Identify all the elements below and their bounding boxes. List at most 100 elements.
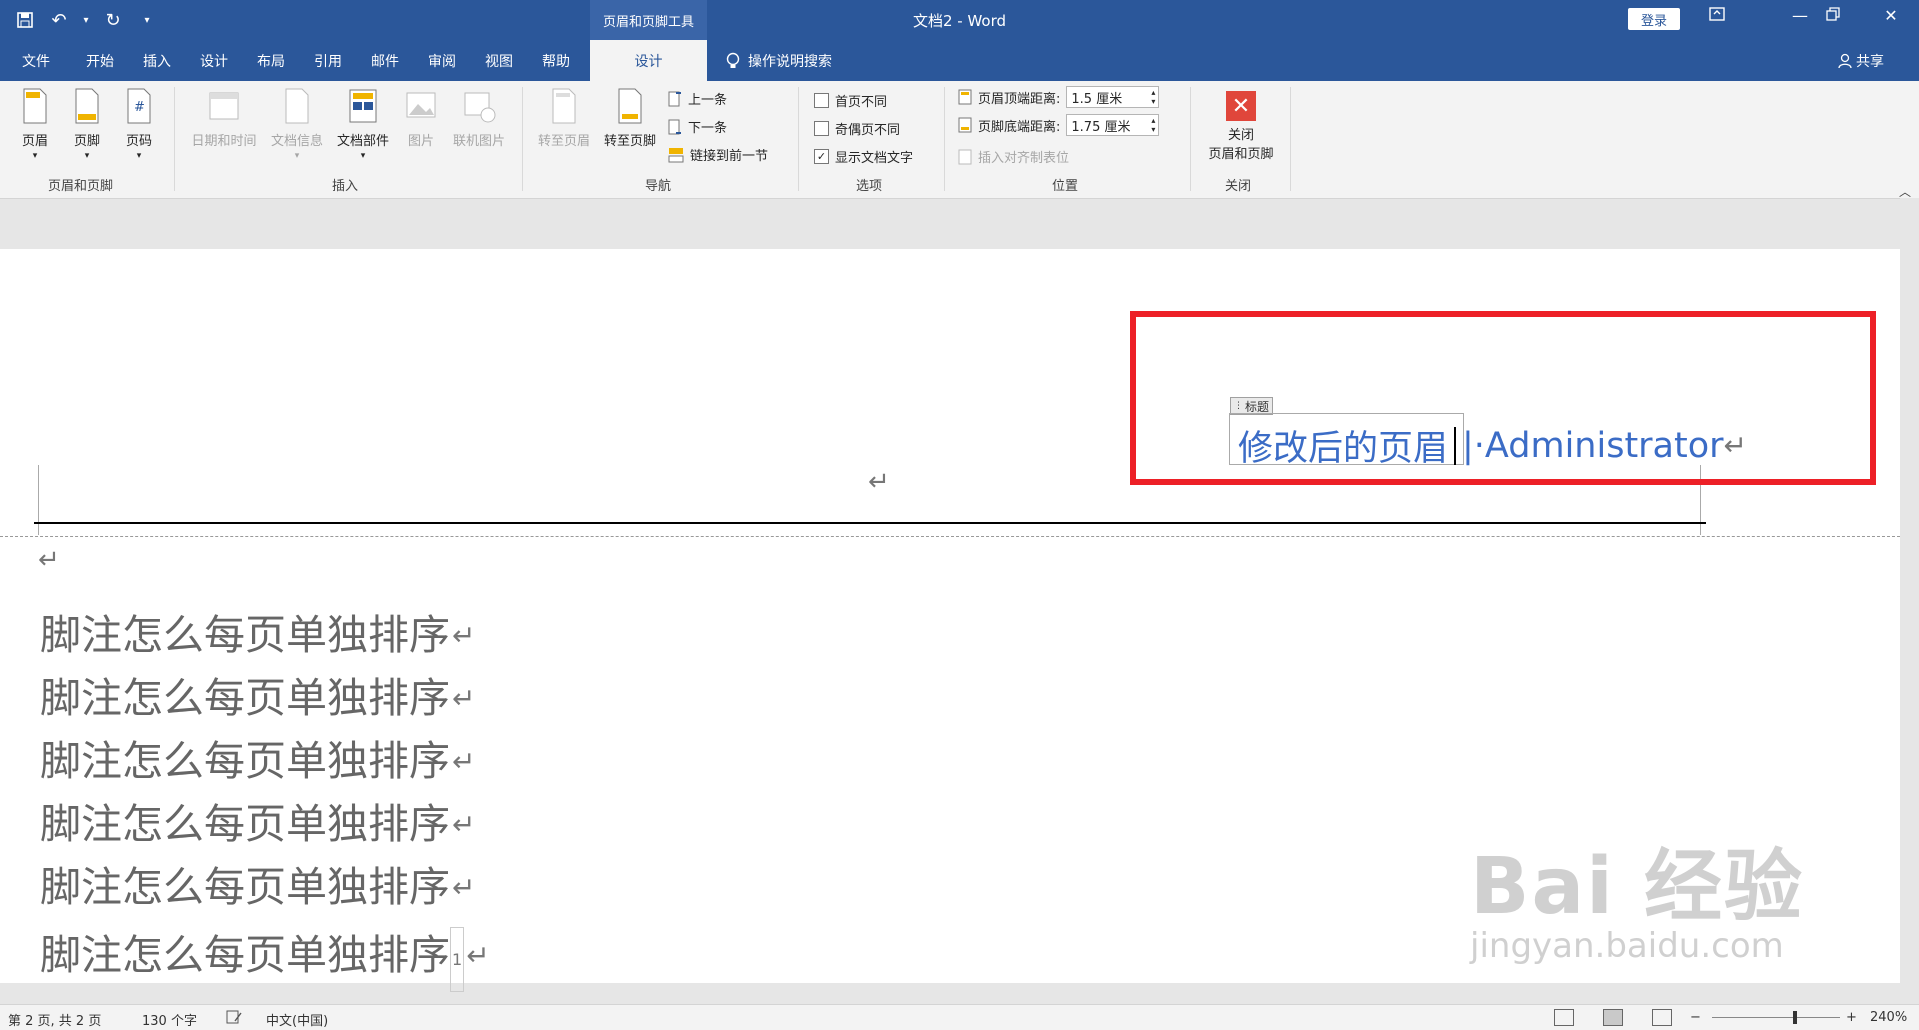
read-mode-icon[interactable] xyxy=(1554,1009,1574,1026)
goto-footer-button[interactable]: 转至页脚 xyxy=(598,87,662,149)
footer-bottom-label: 页脚底端距离: xyxy=(978,119,1061,135)
previous-icon xyxy=(668,91,681,106)
group-separator xyxy=(1290,87,1291,191)
body-line-text: 脚注怎么每页单独排序 xyxy=(40,611,450,659)
tab-references[interactable]: 引用 xyxy=(314,51,342,71)
body-line[interactable]: 脚注怎么每页单独排序 ↵ xyxy=(40,730,490,793)
tab-review[interactable]: 审阅 xyxy=(428,51,456,71)
footer-position-icon xyxy=(958,117,972,133)
close-label-line1: 关闭 xyxy=(1227,128,1254,143)
ribbon-display-options-icon[interactable] xyxy=(1702,6,1732,25)
doc-info-button[interactable]: 文档信息 ▾ xyxy=(264,87,330,161)
zoom-slider-handle[interactable] xyxy=(1793,1011,1797,1024)
spinner-arrows-icon[interactable]: ▴ ▾ xyxy=(1151,88,1155,106)
picture-label: 图片 xyxy=(407,134,434,149)
footnote-reference[interactable]: 1 xyxy=(450,927,465,992)
language-status[interactable]: 中文(中国) xyxy=(266,1010,328,1029)
baidu-watermark: Bai 经验 jingyan.baidu.com xyxy=(1470,824,1804,966)
zoom-level[interactable]: 240% xyxy=(1870,1010,1907,1025)
tab-home[interactable]: 开始 xyxy=(86,51,114,71)
share-button[interactable]: 共享 xyxy=(1838,51,1884,71)
previous-button[interactable]: 上一条 xyxy=(668,89,727,108)
tab-view[interactable]: 视图 xyxy=(485,51,513,71)
footer-button[interactable]: 页脚 ▾ xyxy=(64,87,110,161)
web-layout-icon[interactable] xyxy=(1652,1009,1672,1026)
doc-info-icon xyxy=(285,88,309,124)
header-button[interactable]: 页眉 ▾ xyxy=(12,87,58,161)
group-separator xyxy=(174,87,175,191)
header-dropdown-icon: ▾ xyxy=(32,151,38,161)
header-top-label: 页眉顶端距离: xyxy=(978,91,1061,107)
word-count[interactable]: 130 个字 xyxy=(142,1010,197,1029)
tab-help[interactable]: 帮助 xyxy=(542,51,570,71)
tell-me-label: 操作说明搜索 xyxy=(748,54,832,70)
different-first-page-checkbox[interactable] xyxy=(814,93,829,108)
tab-file[interactable]: 文件 xyxy=(22,51,50,71)
body-line-text: 脚注怎么每页单独排序 xyxy=(40,737,450,785)
tab-mailings[interactable]: 邮件 xyxy=(371,51,399,71)
online-picture-label: 联机图片 xyxy=(452,134,505,149)
date-time-button[interactable]: 日期和时间 xyxy=(186,87,262,149)
zoom-in-icon[interactable]: + xyxy=(1846,1010,1857,1025)
different-odd-even-checkbox[interactable] xyxy=(814,121,829,136)
page-number-button[interactable]: # 页码 ▾ xyxy=(116,87,162,161)
picture-button[interactable]: 图片 xyxy=(398,87,444,149)
footer-page-icon xyxy=(75,88,99,124)
doc-parts-button[interactable]: 文档部件 ▾ xyxy=(330,87,396,161)
ribbon: 页眉 ▾ 页脚 ▾ # 页码 ▾ 页眉和页脚 日期和时间 文档信息 ▾ 文档部件… xyxy=(0,81,1919,199)
close-window-icon[interactable]: ✕ xyxy=(1876,6,1906,25)
show-document-text-checkbox[interactable]: ✓ xyxy=(814,149,829,164)
group-label-position: 位置 xyxy=(1052,179,1079,194)
link-to-previous-button[interactable]: 链接到前一节 xyxy=(668,145,768,164)
footer-bottom-spinner[interactable]: 1.75 厘米 ▴ ▾ xyxy=(1066,114,1160,136)
tab-layout[interactable]: 布局 xyxy=(257,51,285,71)
annotation-highlight-box xyxy=(1130,311,1876,485)
close-header-footer-button[interactable]: ✕ 关闭 页眉和页脚 xyxy=(1198,91,1284,162)
next-button[interactable]: 下一条 xyxy=(668,117,727,136)
page-number-dropdown-icon: ▾ xyxy=(136,151,142,161)
show-document-text-option[interactable]: ✓ 显示文档文字 xyxy=(814,147,913,166)
next-label: 下一条 xyxy=(688,121,728,136)
minimize-icon[interactable]: — xyxy=(1785,6,1815,25)
body-line[interactable]: 脚注怎么每页单独排序 1 ↵ xyxy=(40,919,490,992)
goto-footer-label: 转至页脚 xyxy=(603,134,656,149)
tab-hf-design[interactable]: 设计 xyxy=(590,40,707,81)
footer-bottom-value: 1.75 厘米 xyxy=(1071,119,1131,135)
tab-design[interactable]: 设计 xyxy=(200,51,228,71)
tab-insert[interactable]: 插入 xyxy=(143,51,171,71)
insert-alignment-tab-button[interactable]: 插入对齐制表位 xyxy=(958,147,1069,166)
restore-icon[interactable] xyxy=(1818,6,1848,25)
tell-me-search[interactable]: 操作说明搜索 xyxy=(726,51,832,71)
spinner-arrows-icon[interactable]: ▴ ▾ xyxy=(1151,116,1155,134)
print-layout-icon[interactable] xyxy=(1603,1009,1623,1026)
paragraph-mark: ↵ xyxy=(466,939,490,972)
link-to-previous-label: 链接到前一节 xyxy=(690,149,769,164)
document-page[interactable]: ↵ ↵ ⋮ 标题 修改后的页眉 |·Administrator ↵ 脚注怎么每页… xyxy=(0,249,1900,992)
login-button[interactable]: 登录 xyxy=(1628,8,1680,30)
zoom-slider[interactable] xyxy=(1712,1017,1840,1018)
page-count[interactable]: 第 2 页, 共 2 页 xyxy=(8,1010,101,1029)
group-separator xyxy=(1190,87,1191,191)
zoom-out-icon[interactable]: − xyxy=(1690,1010,1701,1025)
body-line[interactable]: 脚注怎么每页单独排序 ↵ xyxy=(40,667,490,730)
body-line[interactable]: 脚注怎么每页单独排序 ↵ xyxy=(40,856,490,919)
watermark-url: jingyan.baidu.com xyxy=(1470,926,1784,966)
different-odd-even-option[interactable]: 奇偶页不同 xyxy=(814,119,900,138)
next-icon xyxy=(668,119,681,134)
paragraph-mark: ↵ xyxy=(452,682,476,715)
goto-header-button[interactable]: 转至页眉 xyxy=(532,87,596,149)
show-document-text-label: 显示文档文字 xyxy=(835,151,914,166)
different-first-page-option[interactable]: 首页不同 xyxy=(814,91,887,110)
header-top-spinner[interactable]: 1.5 厘米 ▴ ▾ xyxy=(1066,86,1160,108)
page-number-label: 页码 xyxy=(125,134,152,149)
online-picture-button[interactable]: 联机图片 xyxy=(446,87,512,149)
document-body[interactable]: 脚注怎么每页单独排序 ↵ 脚注怎么每页单独排序 ↵ 脚注怎么每页单独排序 ↵ 脚注怎么… xyxy=(40,604,490,992)
group-separator xyxy=(944,87,945,191)
body-line[interactable]: 脚注怎么每页单独排序 ↵ xyxy=(40,793,490,856)
proofing-icon[interactable] xyxy=(226,1010,242,1028)
body-line[interactable]: 脚注怎么每页单独排序 ↵ xyxy=(40,604,490,667)
body-line-text: 脚注怎么每页单独排序 xyxy=(40,863,450,911)
vertical-scrollbar[interactable] xyxy=(1900,198,1919,983)
close-x-icon: ✕ xyxy=(1226,91,1256,121)
header-label: 页眉 xyxy=(21,134,48,149)
